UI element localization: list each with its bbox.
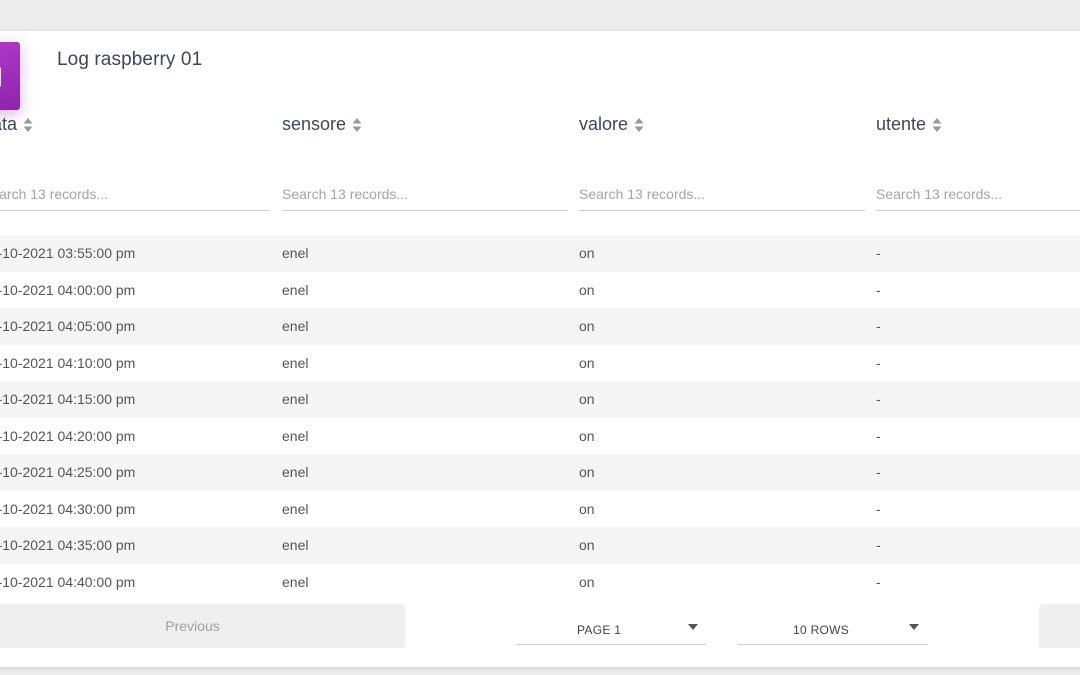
sort-icon xyxy=(634,117,644,132)
table-row[interactable]: 10-10-2021 04:00:00 pm enel on - xyxy=(0,272,1080,309)
table-row[interactable]: 10-10-2021 03:55:00 pm enel on - xyxy=(0,235,1080,272)
cell-valore: on xyxy=(579,318,595,334)
column-header-utente[interactable]: utente xyxy=(876,114,942,135)
column-header-sensore[interactable]: sensore xyxy=(282,114,362,135)
cell-sensore: enel xyxy=(282,537,309,553)
search-input-utente[interactable] xyxy=(876,178,1080,211)
table-row[interactable]: 10-10-2021 04:40:00 pm enel on - xyxy=(0,564,1080,601)
cell-valore: on xyxy=(579,500,595,517)
cell-utente: - xyxy=(876,537,881,553)
column-header-valore[interactable]: valore xyxy=(579,114,644,135)
cell-valore: on xyxy=(579,573,595,590)
cell-valore: on xyxy=(579,354,595,371)
table-row[interactable]: 10-10-2021 04:35:00 pm enel on - xyxy=(0,527,1080,564)
cell-valore: on xyxy=(579,537,595,553)
search-input-valore[interactable] xyxy=(579,178,865,211)
cell-data: 10-10-2021 04:30:00 pm xyxy=(0,500,136,517)
table-row[interactable]: 10-10-2021 04:15:00 pm enel on - xyxy=(0,381,1080,418)
table-body: 10-10-2021 03:55:00 pm enel on - 10-10-2… xyxy=(0,235,1080,600)
cell-data: 10-10-2021 04:00:00 pm xyxy=(0,281,136,298)
cell-sensore: enel xyxy=(282,573,309,590)
card-title: Log raspberry 01 xyxy=(57,49,203,70)
cell-utente: - xyxy=(876,500,881,517)
next-button[interactable] xyxy=(1039,604,1080,648)
page-select[interactable]: PAGE 1 xyxy=(516,612,706,645)
cell-data: 10-10-2021 04:20:00 pm xyxy=(0,427,136,444)
cell-data: 10-10-2021 04:35:00 pm xyxy=(0,537,136,553)
cell-utente: - xyxy=(876,245,881,261)
search-input-data[interactable] xyxy=(0,178,270,211)
cell-sensore: enel xyxy=(282,464,309,480)
column-header-label: valore xyxy=(579,114,629,134)
sort-icon xyxy=(23,117,33,132)
cell-data: 10-10-2021 04:15:00 pm xyxy=(0,391,136,407)
table-row[interactable]: 10-10-2021 04:20:00 pm enel on - xyxy=(0,418,1080,455)
column-header-label: sensore xyxy=(282,114,347,134)
clipboard-icon xyxy=(0,67,1,87)
cell-sensore: enel xyxy=(282,500,309,517)
cell-valore: on xyxy=(579,281,595,298)
cell-sensore: enel xyxy=(282,391,309,407)
column-header-label: utente xyxy=(876,114,927,134)
previous-button[interactable]: Previous xyxy=(0,604,405,648)
cell-data: 10-10-2021 04:05:00 pm xyxy=(0,318,136,334)
chevron-down-icon xyxy=(688,624,698,630)
cell-valore: on xyxy=(579,464,595,480)
cell-utente: - xyxy=(876,281,881,298)
cell-data: 10-10-2021 04:10:00 pm xyxy=(0,354,136,371)
cell-valore: on xyxy=(579,245,595,261)
column-header-label: data xyxy=(0,114,18,134)
sort-icon xyxy=(352,117,362,132)
sort-icon xyxy=(932,117,942,132)
cell-data: 10-10-2021 04:25:00 pm xyxy=(0,464,136,480)
cell-utente: - xyxy=(876,354,881,371)
table-row[interactable]: 10-10-2021 04:10:00 pm enel on - xyxy=(0,345,1080,382)
table-row[interactable]: 10-10-2021 04:30:00 pm enel on - xyxy=(0,491,1080,528)
cell-sensore: enel xyxy=(282,281,309,298)
cell-utente: - xyxy=(876,464,881,480)
cell-valore: on xyxy=(579,391,595,407)
page-select-value: PAGE 1 xyxy=(577,623,622,637)
cell-data: 10-10-2021 04:40:00 pm xyxy=(0,573,136,590)
rows-select-value: 10 ROWS xyxy=(793,623,850,637)
chevron-down-icon xyxy=(909,624,919,630)
cell-utente: - xyxy=(876,427,881,444)
cell-data: 10-10-2021 03:55:00 pm xyxy=(0,245,136,261)
cell-valore: on xyxy=(579,427,595,444)
table-row[interactable]: 10-10-2021 04:05:00 pm enel on - xyxy=(0,308,1080,345)
cell-utente: - xyxy=(876,318,881,334)
search-input-sensore[interactable] xyxy=(282,178,568,211)
table-row[interactable]: 10-10-2021 04:25:00 pm enel on - xyxy=(0,454,1080,491)
rows-select[interactable]: 10 ROWS xyxy=(738,612,928,645)
cell-utente: - xyxy=(876,391,881,407)
cell-sensore: enel xyxy=(282,354,309,371)
card-header-icon-badge xyxy=(0,42,20,110)
cell-sensore: enel xyxy=(282,427,309,444)
cell-utente: - xyxy=(876,573,881,590)
cell-sensore: enel xyxy=(282,245,309,261)
column-header-data[interactable]: data xyxy=(0,114,33,135)
cell-sensore: enel xyxy=(282,318,309,334)
